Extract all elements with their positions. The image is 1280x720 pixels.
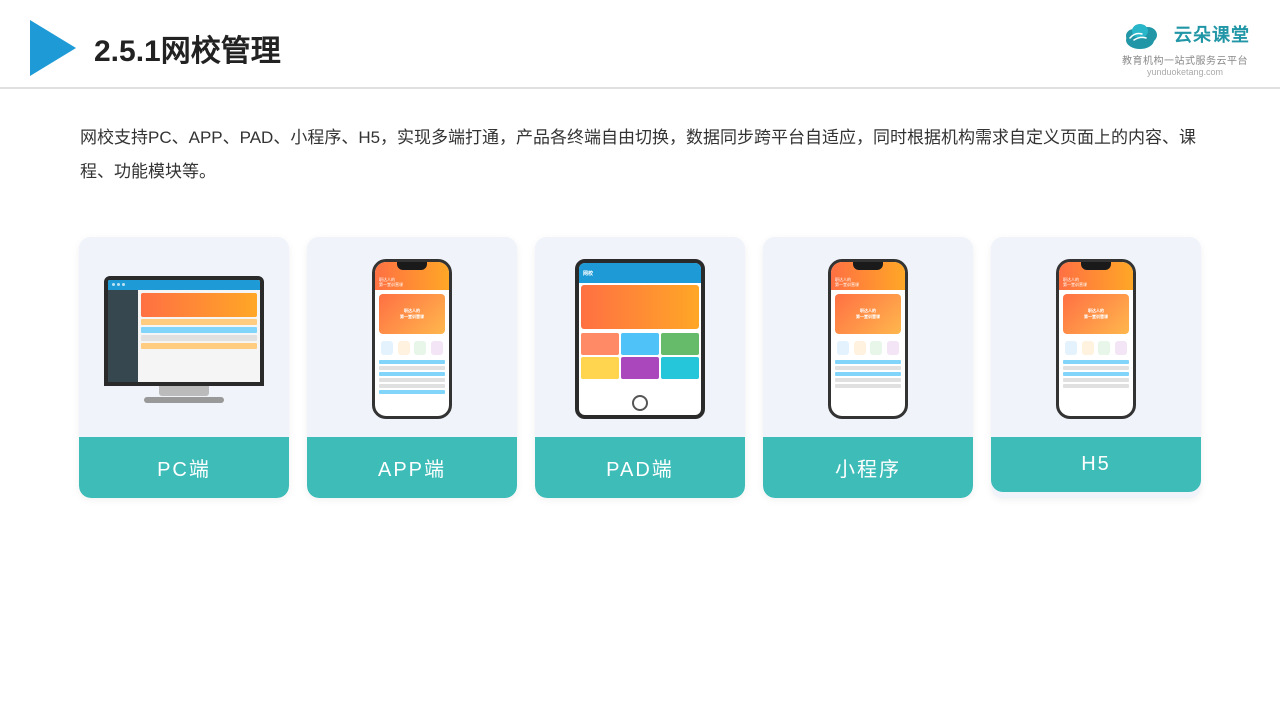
card-h5: 职达人的第一堂训营课 职达人的第一堂训营课 <box>991 237 1201 498</box>
description-text: 网校支持PC、APP、PAD、小程序、H5，实现多端打通，产品各终端自由切换，数… <box>0 89 1280 209</box>
card-image-pc <box>79 237 289 437</box>
card-pad: 网校 PAD端 <box>535 237 745 498</box>
card-label-h5: H5 <box>991 437 1201 492</box>
play-icon <box>30 20 76 76</box>
title-main: 网校管理 <box>161 35 281 68</box>
pc-screen <box>108 280 260 382</box>
pad-mockup: 网校 <box>575 259 705 419</box>
phone-screen-mini: 职达人的第一堂训营课 职达人的第一堂训营课 <box>831 262 905 416</box>
card-image-pad: 网校 <box>535 237 745 437</box>
phone-screen: 职达人的第一堂训营课 职达人的第一堂训营课 <box>375 262 449 416</box>
pc-monitor <box>104 276 264 386</box>
phone-screen-h5: 职达人的第一堂训营课 职达人的第一堂训营课 <box>1059 262 1133 416</box>
header: 2.5.1网校管理 云朵课堂 教育机构一站式服务云平台 yunduoketang… <box>0 0 1280 89</box>
cloud-icon <box>1120 18 1168 50</box>
logo-area: 云朵课堂 教育机构一站式服务云平台 yunduoketang.com <box>1120 18 1250 77</box>
card-label-pc: PC端 <box>79 437 289 498</box>
page-title: 2.5.1网校管理 <box>94 26 281 70</box>
cards-container: PC端 职达人的第一堂训营课 职达人的第一堂训营课 <box>0 219 1280 498</box>
phone-mockup-app: 职达人的第一堂训营课 职达人的第一堂训营课 <box>372 259 452 419</box>
logo-text: 云朵课堂 <box>1174 21 1250 47</box>
card-pc: PC端 <box>79 237 289 498</box>
card-label-mini: 小程序 <box>763 437 973 498</box>
card-label-pad: PAD端 <box>535 437 745 498</box>
pc-mockup <box>104 276 264 403</box>
card-image-h5: 职达人的第一堂训营课 职达人的第一堂训营课 <box>991 237 1201 437</box>
logo-cloud: 云朵课堂 <box>1120 18 1250 50</box>
phone-mockup-mini: 职达人的第一堂训营课 职达人的第一堂训营课 <box>828 259 908 419</box>
card-image-app: 职达人的第一堂训营课 职达人的第一堂训营课 <box>307 237 517 437</box>
logo-domain: yunduoketang.com <box>1147 67 1223 77</box>
header-left: 2.5.1网校管理 <box>30 20 281 76</box>
phone-notch-h5 <box>1081 262 1111 270</box>
title-prefix: 2.5.1 <box>94 35 161 68</box>
logo-subtitle: 教育机构一站式服务云平台 <box>1122 52 1248 67</box>
card-mini: 职达人的第一堂训营课 职达人的第一堂训营课 <box>763 237 973 498</box>
card-app: 职达人的第一堂训营课 职达人的第一堂训营课 <box>307 237 517 498</box>
card-image-mini: 职达人的第一堂训营课 职达人的第一堂训营课 <box>763 237 973 437</box>
description-paragraph: 网校支持PC、APP、PAD、小程序、H5，实现多端打通，产品各终端自由切换，数… <box>80 121 1200 189</box>
pad-screen: 网校 <box>579 263 701 415</box>
card-label-app: APP端 <box>307 437 517 498</box>
phone-notch-mini <box>853 262 883 270</box>
phone-notch <box>397 262 427 270</box>
phone-mockup-h5: 职达人的第一堂训营课 职达人的第一堂训营课 <box>1056 259 1136 419</box>
